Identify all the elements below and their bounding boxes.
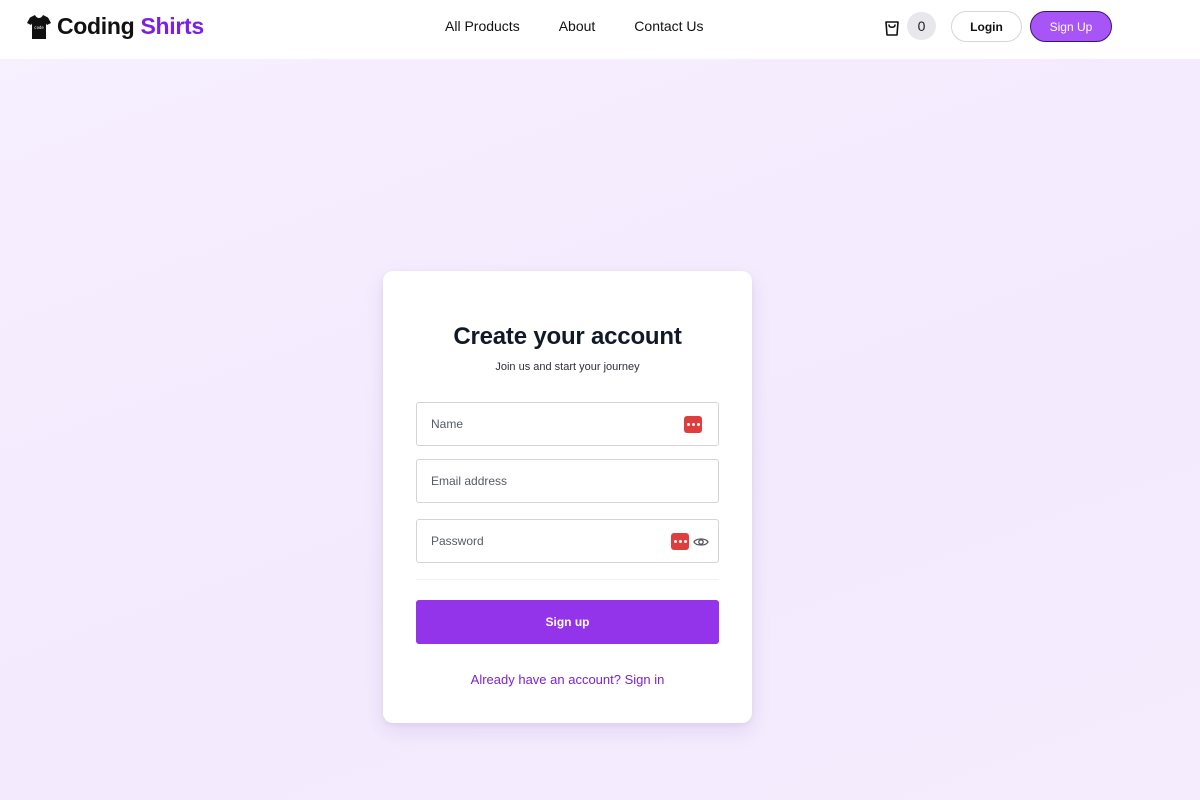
eye-icon[interactable] <box>693 534 709 550</box>
password-manager-icon[interactable] <box>684 416 702 433</box>
name-input[interactable] <box>417 403 718 445</box>
page-title: Create your account <box>453 323 682 350</box>
name-field-wrapper <box>416 402 719 446</box>
shopping-bag-icon[interactable] <box>882 17 902 37</box>
password-manager-icon[interactable] <box>671 533 689 550</box>
header-signup-button[interactable]: Sign Up <box>1030 11 1112 42</box>
email-field-wrapper <box>416 459 719 503</box>
cart-count-badge[interactable]: 0 <box>907 12 936 40</box>
divider <box>416 579 719 580</box>
logo-accent-text: Shirts <box>140 13 205 39</box>
signup-card: Create your account Join us and start yo… <box>383 271 752 723</box>
nav-about[interactable]: About <box>559 18 596 34</box>
login-button[interactable]: Login <box>951 11 1022 42</box>
signup-submit-button[interactable]: Sign up <box>416 600 719 644</box>
svg-text:code: code <box>34 25 44 30</box>
logo-link[interactable]: code Coding Shirts <box>27 13 204 40</box>
password-field-wrapper <box>416 519 719 563</box>
main-nav: All Products About Contact Us <box>445 18 704 34</box>
top-navbar: code Coding Shirts All Products About Co… <box>0 0 1200 59</box>
tshirt-icon: code <box>27 14 51 39</box>
signin-link[interactable]: Already have an account? Sign in <box>383 672 752 687</box>
page-subtitle: Join us and start your journey <box>495 361 640 373</box>
nav-all-products[interactable]: All Products <box>445 18 520 34</box>
logo-text: Coding Shirts <box>57 13 205 39</box>
nav-contact-us[interactable]: Contact Us <box>634 18 703 34</box>
email-input[interactable] <box>417 460 718 502</box>
